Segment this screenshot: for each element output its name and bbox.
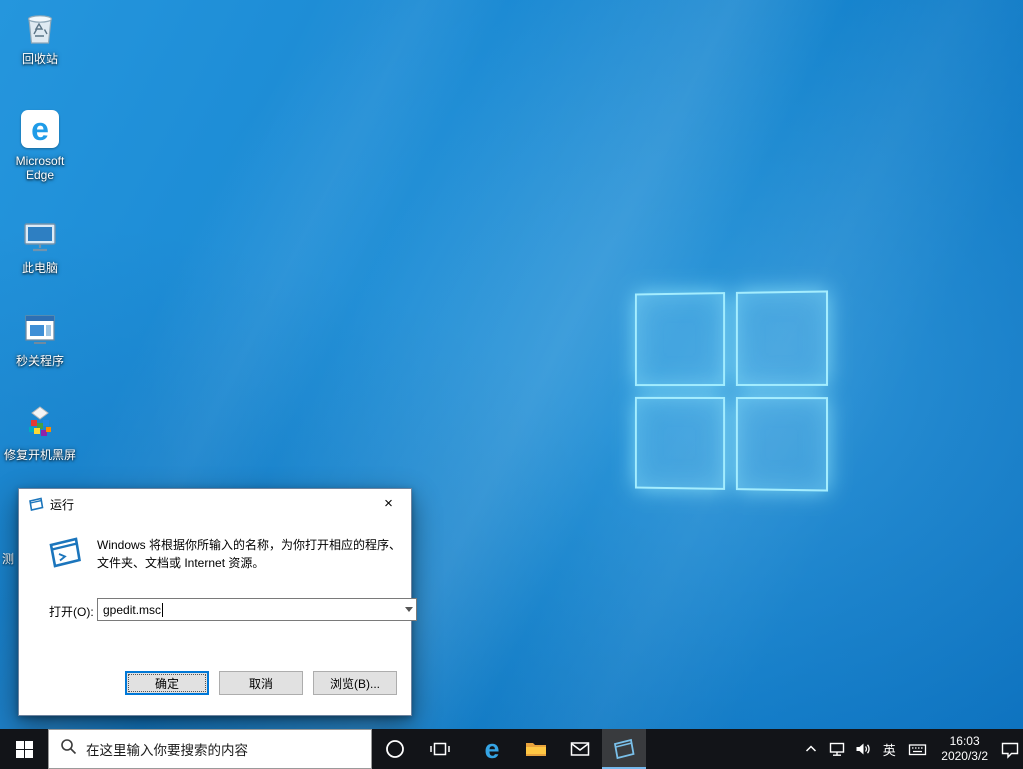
- action-center-icon: [1000, 739, 1020, 759]
- taskbar-edge-button[interactable]: e: [470, 729, 514, 769]
- run-command-combobox[interactable]: gpedit.msc: [97, 598, 417, 621]
- open-label: 打开(O):: [49, 603, 94, 620]
- tray-touch-keyboard-button[interactable]: [902, 729, 932, 769]
- tray-ime-indicator[interactable]: 英: [876, 729, 902, 769]
- run-command-input[interactable]: gpedit.msc: [103, 603, 161, 617]
- taskbar-mail-button[interactable]: [558, 729, 602, 769]
- windows-logo-pane: [735, 397, 828, 492]
- taskbar-run-button-active[interactable]: [602, 729, 646, 769]
- run-description-line1: Windows 将根据你所输入的名称，为你打开相应的程序、: [97, 536, 401, 554]
- run-window-icon: [28, 496, 44, 512]
- run-dialog-buttons: 确定 取消 浏览(B)...: [19, 671, 411, 695]
- search-placeholder: 在这里输入你要搜索的内容: [86, 739, 248, 759]
- run-dialog-titlebar[interactable]: 运行 ×: [19, 489, 411, 519]
- fix-black-screen-icon: [19, 402, 61, 444]
- taskbar-search-box[interactable]: 在这里输入你要搜索的内容: [48, 729, 372, 769]
- taskbar: 在这里输入你要搜索的内容 e: [0, 729, 1023, 769]
- tray-clock[interactable]: 16:03 2020/3/2: [932, 729, 997, 769]
- network-icon: [828, 740, 846, 758]
- system-tray: 英 16:03 2020/3/2: [798, 729, 1023, 769]
- desktop-icon-edge[interactable]: e Microsoft Edge: [2, 108, 78, 182]
- desktop-icon-label: 回收站: [22, 52, 58, 66]
- desktop-icon-quick-close[interactable]: 秒关程序: [2, 308, 78, 368]
- screen: 回收站 e Microsoft Edge 此电脑 秒关程序: [0, 0, 1023, 769]
- task-view-button[interactable]: [418, 729, 462, 769]
- windows-logo-wallpaper: [635, 290, 828, 491]
- this-pc-icon: [19, 215, 61, 257]
- task-view-icon: [429, 738, 451, 760]
- text-caret: [162, 603, 163, 617]
- edge-icon: e: [484, 736, 499, 763]
- desktop-icon-label: 秒关程序: [16, 354, 64, 368]
- quick-close-program-icon: [19, 308, 61, 350]
- tray-volume-button[interactable]: [850, 729, 876, 769]
- tray-chevron-up-button[interactable]: [798, 729, 824, 769]
- desktop-icon-label: 修复开机黑屏: [4, 448, 76, 462]
- taskbar-file-explorer-button[interactable]: [514, 729, 558, 769]
- action-center-button[interactable]: [997, 729, 1023, 769]
- cancel-button[interactable]: 取消: [219, 671, 303, 695]
- chevron-up-icon: [803, 741, 819, 757]
- windows-logo-pane: [735, 290, 828, 385]
- run-dialog-title: 运行: [50, 496, 74, 513]
- close-icon[interactable]: ×: [366, 489, 411, 518]
- mail-icon: [569, 738, 591, 760]
- speaker-icon: [854, 740, 872, 758]
- windows-logo-pane: [635, 396, 725, 489]
- run-dialog: 运行 × Windows 将根据你所输入的名称，为你打开相应的程序、 文件夹、文…: [18, 488, 412, 716]
- recycle-bin-icon: [19, 6, 61, 48]
- search-icon: [60, 738, 77, 760]
- ok-button[interactable]: 确定: [125, 671, 209, 695]
- cortana-icon: [384, 738, 406, 760]
- run-description-line2: 文件夹、文档或 Internet 资源。: [97, 554, 401, 572]
- desktop-icon-this-pc[interactable]: 此电脑: [2, 215, 78, 275]
- edge-icon: e: [19, 108, 61, 150]
- desktop-icon-recycle-bin[interactable]: 回收站: [2, 6, 78, 66]
- browse-button[interactable]: 浏览(B)...: [313, 671, 397, 695]
- tray-network-button[interactable]: [824, 729, 850, 769]
- desktop-icon-label: 此电脑: [22, 261, 58, 275]
- start-button[interactable]: [0, 729, 48, 769]
- run-window-icon: [612, 736, 636, 760]
- windows-logo-pane: [635, 292, 725, 385]
- windows-start-icon: [16, 741, 33, 758]
- cortana-button[interactable]: [372, 729, 418, 769]
- desktop-icon-label: Microsoft Edge: [3, 154, 77, 182]
- file-explorer-icon: [524, 737, 548, 761]
- combo-dropdown-icon[interactable]: [405, 607, 413, 612]
- desktop-icon-fix-black-screen[interactable]: 修复开机黑屏: [2, 402, 78, 462]
- keyboard-icon: [908, 740, 927, 759]
- run-description: Windows 将根据你所输入的名称，为你打开相应的程序、 文件夹、文档或 In…: [97, 536, 401, 572]
- tray-time: 16:03: [950, 734, 980, 749]
- run-icon: [47, 535, 83, 569]
- desktop-icon-partial-label[interactable]: 测: [2, 550, 17, 567]
- tray-date: 2020/3/2: [941, 749, 988, 764]
